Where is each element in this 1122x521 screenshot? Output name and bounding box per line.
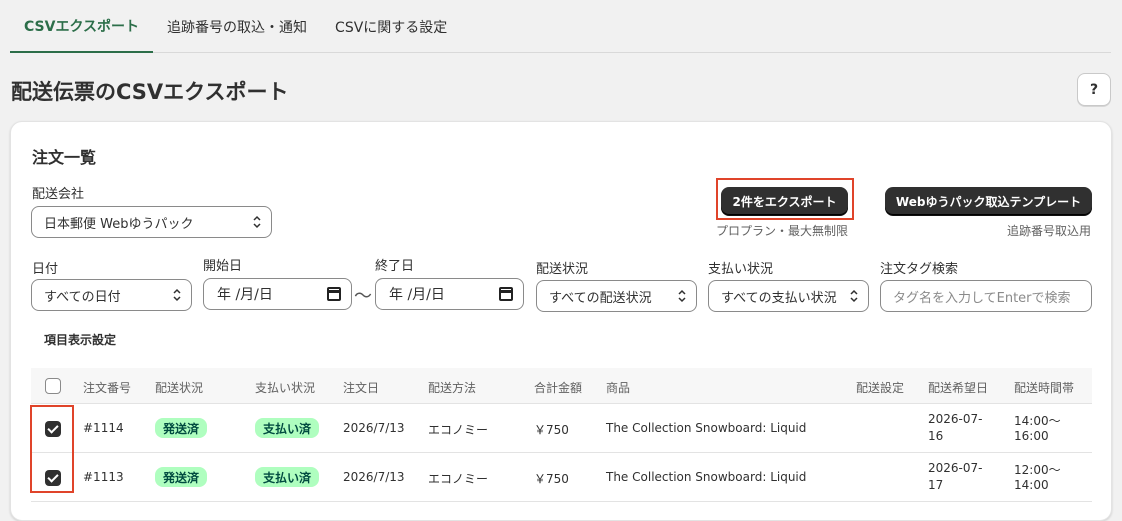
help-button[interactable]: ? xyxy=(1077,73,1111,106)
table-header: 注文番号 配送状況 支払い状況 注文日 配送方法 合計金額 商品 配送設定 配送… xyxy=(31,368,1092,404)
page-title: 配送伝票のCSVエクスポート xyxy=(11,80,289,104)
col-order-number: 注文番号 xyxy=(83,381,132,395)
col-wish-date: 配送希望日 xyxy=(928,381,989,395)
chevron-updown-icon xyxy=(173,288,181,302)
tag-search-placeholder: タグ名を入力してEnterで検索 xyxy=(893,290,1071,306)
start-date-value: 年 /月/日 xyxy=(217,287,273,303)
time-slot-line2: 16:00 xyxy=(1014,429,1049,443)
column-settings-link[interactable]: 項目表示設定 xyxy=(44,331,116,348)
end-date-value: 年 /月/日 xyxy=(389,287,445,303)
shipping-status-value: すべての配送状況 xyxy=(549,290,652,306)
wish-date-line2: 17 xyxy=(928,478,944,492)
date-filter-value: すべての日付 xyxy=(44,289,121,305)
order-date: 2026/7/13 xyxy=(343,421,405,435)
tag-search-label: 注文タグ検索 xyxy=(880,262,959,277)
col-order-date: 注文日 xyxy=(343,381,380,395)
order-total: ￥750 xyxy=(534,472,569,486)
tab-csv-settings[interactable]: CSVに関する設定 xyxy=(321,0,461,53)
table-row[interactable]: #1113 発送済 支払い済 2026/7/13 エコノミー ￥750 The … xyxy=(31,453,1092,502)
order-total: ￥750 xyxy=(534,423,569,437)
shipping-status-label: 配送状況 xyxy=(536,262,589,277)
calendar-icon[interactable] xyxy=(327,287,341,301)
wish-date-line1: 2026-07- xyxy=(928,461,983,475)
table-row[interactable]: #1114 発送済 支払い済 2026/7/13 エコノミー ￥750 The … xyxy=(31,404,1092,453)
row-checkbox-highlight xyxy=(30,405,74,493)
chevron-updown-icon xyxy=(850,289,858,303)
status-badge: 発送済 xyxy=(155,418,208,438)
card-title: 注文一覧 xyxy=(32,148,97,167)
select-all-checkbox[interactable] xyxy=(45,378,61,394)
order-date: 2026/7/13 xyxy=(343,470,405,484)
chevron-updown-icon xyxy=(678,289,686,303)
date-filter-label: 日付 xyxy=(32,262,59,277)
date-filter-select[interactable]: すべての日付 xyxy=(31,279,192,311)
status-badge: 支払い済 xyxy=(255,418,320,438)
col-total: 合計金額 xyxy=(534,381,583,395)
carrier-label: 配送会社 xyxy=(32,187,85,202)
payment-status-select[interactable]: すべての支払い状況 xyxy=(708,280,869,312)
end-date-label: 終了日 xyxy=(375,259,415,274)
col-payment-status: 支払い状況 xyxy=(255,381,316,395)
col-shipping-setting: 配送設定 xyxy=(856,381,905,395)
shipping-method: エコノミー xyxy=(428,423,489,437)
export-plan-note: プロプラン・最大無制限 xyxy=(716,224,849,238)
col-product: 商品 xyxy=(606,381,631,395)
order-number[interactable]: #1114 xyxy=(83,421,124,435)
product-name: The Collection Snowboard: Liquid xyxy=(606,470,807,484)
template-note: 追跡番号取込用 xyxy=(1007,224,1092,238)
tab-bar: CSVエクスポート 追跡番号の取込・通知 CSVに関する設定 xyxy=(10,0,1111,53)
template-button[interactable]: Webゆうパック取込テンプレート xyxy=(885,187,1092,215)
carrier-select-value: 日本郵便 Webゆうパック xyxy=(44,216,194,232)
col-shipping-method: 配送方法 xyxy=(428,381,477,395)
time-slot-line2: 14:00 xyxy=(1014,478,1049,492)
calendar-icon[interactable] xyxy=(499,287,513,301)
col-time-slot: 配送時間帯 xyxy=(1014,381,1075,395)
time-slot-line1: 12:00〜 xyxy=(1014,463,1061,477)
start-date-input[interactable]: 年 /月/日 xyxy=(203,278,352,310)
wish-date-line1: 2026-07- xyxy=(928,412,983,426)
payment-status-value: すべての支払い状況 xyxy=(721,290,837,306)
tab-csv-export[interactable]: CSVエクスポート xyxy=(10,0,154,53)
product-name: The Collection Snowboard: Liquid xyxy=(606,421,807,435)
tag-search-input[interactable]: タグ名を入力してEnterで検索 xyxy=(880,280,1092,312)
orders-card: 注文一覧 配送会社 日本郵便 Webゆうパック 2件をエクスポート プロプラン・… xyxy=(10,121,1112,521)
tab-tracking-import[interactable]: 追跡番号の取込・通知 xyxy=(153,0,321,53)
time-slot-line1: 14:00〜 xyxy=(1014,414,1061,428)
wish-date-line2: 16 xyxy=(928,429,944,443)
status-badge: 発送済 xyxy=(155,467,208,487)
chevron-updown-icon xyxy=(253,215,261,229)
shipping-status-select[interactable]: すべての配送状況 xyxy=(536,280,697,312)
start-date-label: 開始日 xyxy=(203,259,243,274)
date-range-separator: 〜 xyxy=(354,286,372,307)
status-badge: 支払い済 xyxy=(255,467,320,487)
carrier-select[interactable]: 日本郵便 Webゆうパック xyxy=(31,206,272,238)
order-number[interactable]: #1113 xyxy=(83,470,124,484)
export-button[interactable]: 2件をエクスポート xyxy=(721,187,848,215)
end-date-input[interactable]: 年 /月/日 xyxy=(375,278,524,310)
shipping-method: エコノミー xyxy=(428,472,489,486)
payment-status-label: 支払い状況 xyxy=(708,262,774,277)
col-shipping-status: 配送状況 xyxy=(155,381,204,395)
